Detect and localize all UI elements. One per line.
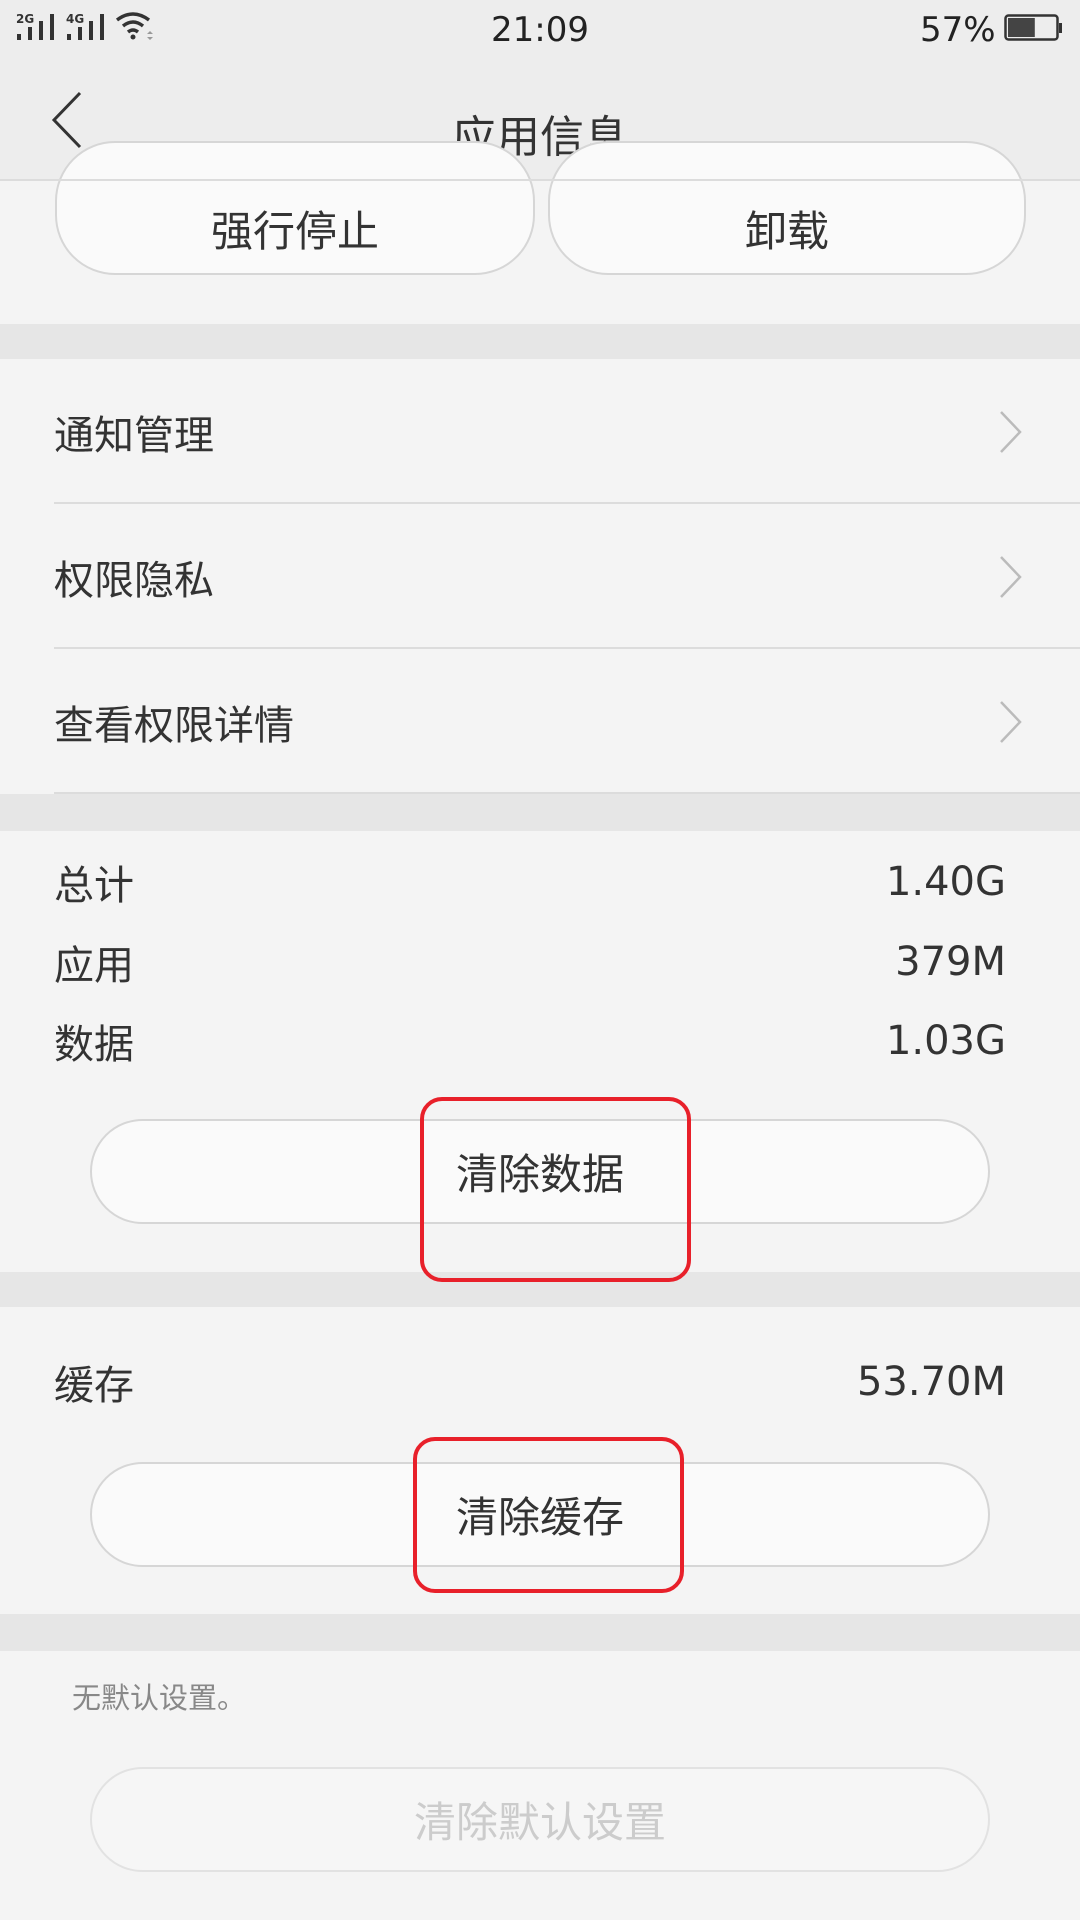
uninstall-button[interactable]: 卸载: [548, 141, 1026, 275]
clear-defaults-button: 清除默认设置: [90, 1767, 990, 1872]
cache-row: 缓存 53.70M: [54, 1359, 1006, 1409]
storage-row-data: 数据 1.03G: [54, 1018, 1006, 1068]
clock: 21:09: [491, 10, 589, 50]
menu-item-permission-details[interactable]: 查看权限详情: [0, 649, 1080, 794]
section-divider: [0, 324, 1080, 359]
chevron-right-icon: [1000, 410, 1022, 453]
highlight-box-clear-data: [420, 1097, 691, 1282]
section-divider: [0, 794, 1080, 831]
menu-item-permission-privacy[interactable]: 权限隐私: [0, 504, 1080, 649]
status-bar: 2G 4G 21:09 57%: [0, 0, 1080, 60]
menu-section: 通知管理 权限隐私 查看权限详情: [0, 359, 1080, 794]
chevron-right-icon: [1000, 700, 1022, 743]
no-defaults-note: 无默认设置。: [72, 1681, 247, 1715]
section-divider: [0, 1614, 1080, 1651]
storage-row-app: 应用 379M: [54, 939, 1006, 989]
storage-row-total: 总计 1.40G: [54, 859, 1006, 909]
defaults-section: 无默认设置。 清除默认设置: [0, 1651, 1080, 1920]
battery-icon: [1004, 14, 1062, 42]
menu-item-notification-management[interactable]: 通知管理: [0, 359, 1080, 504]
actions-section: 强行停止 卸载: [0, 141, 1080, 324]
highlight-box-clear-cache: [413, 1437, 684, 1593]
force-stop-button[interactable]: 强行停止: [55, 141, 535, 275]
chevron-right-icon: [1000, 555, 1022, 598]
battery-percent: 57%: [920, 10, 996, 50]
